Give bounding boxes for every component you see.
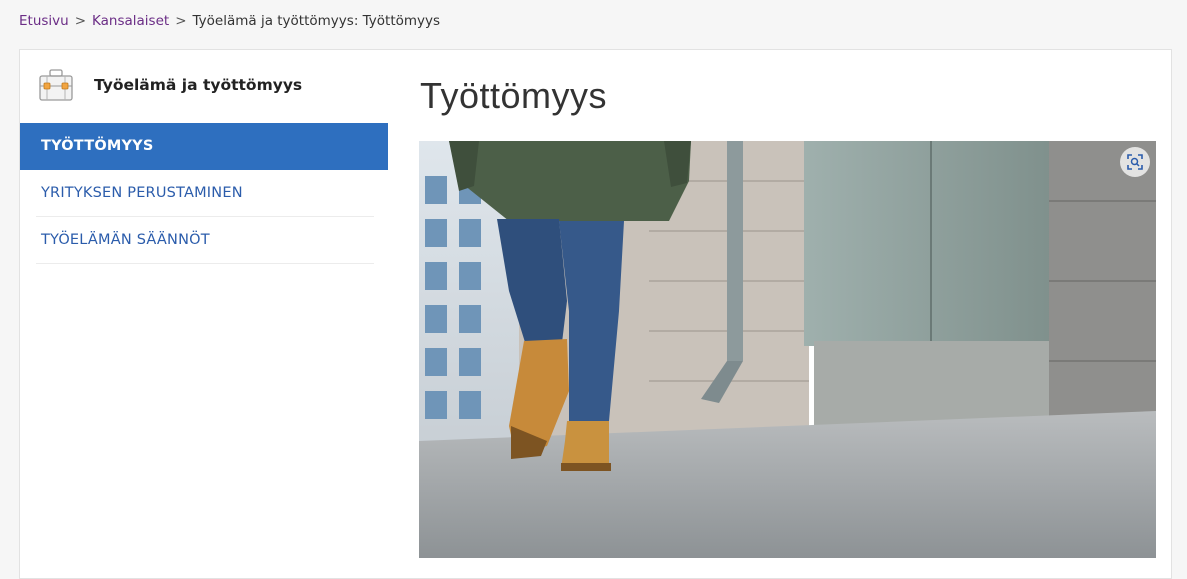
sidebar-nav: TYÖTTÖMYYS YRITYKSEN PERUSTAMINEN TYÖELÄ… xyxy=(20,123,388,264)
breadcrumb-current: Työelämä ja työttömyys: Työttömyys xyxy=(192,13,441,29)
sidebar-item-tyottomyys[interactable]: TYÖTTÖMYYS xyxy=(20,123,388,170)
briefcase-icon xyxy=(36,65,76,105)
breadcrumb: Etusivu > Kansalaiset > Työelämä ja työttömy… xyxy=(19,13,440,29)
sidebar-item-yrityksen-perustaminen[interactable]: YRITYKSEN PERUSTAMINEN xyxy=(36,170,374,217)
sidebar-title: Työelämä ja työttömyys xyxy=(94,76,303,94)
page-title: Työttömyys xyxy=(420,75,608,116)
breadcrumb-separator: > xyxy=(74,13,87,29)
breadcrumb-separator: > xyxy=(175,13,187,29)
sidebar-item-tyoelaman-saannot[interactable]: TYÖELÄMÄN SÄÄNNÖT xyxy=(36,217,374,264)
hero-image xyxy=(419,141,1156,558)
breadcrumb-link-home[interactable]: Etusivu xyxy=(19,13,69,29)
sidebar-header: Työelämä ja työttömyys xyxy=(36,65,302,105)
image-search-icon[interactable] xyxy=(1120,147,1150,177)
content-card: Työelämä ja työttömyys TYÖTTÖMYYS YRITYK… xyxy=(19,49,1172,579)
breadcrumb-link-citizens[interactable]: Kansalaiset xyxy=(92,13,169,29)
